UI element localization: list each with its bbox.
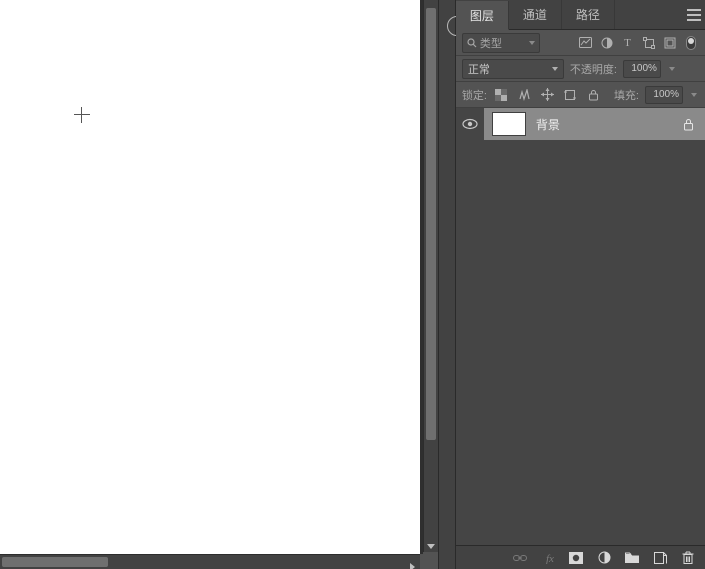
collapsed-panel-strip: i bbox=[438, 0, 456, 569]
vertical-scrollbar[interactable] bbox=[423, 0, 438, 552]
eye-icon bbox=[462, 118, 478, 130]
layer-row[interactable]: 背景 bbox=[456, 108, 705, 140]
right-panel-area: i 图层 通道 路径 类型 T 正常 bbox=[438, 0, 705, 569]
delete-layer-icon[interactable] bbox=[679, 549, 697, 566]
lock-transparent-pixels-icon[interactable] bbox=[493, 86, 510, 103]
opacity-label: 不透明度: bbox=[570, 61, 617, 77]
chevron-down-icon bbox=[529, 41, 535, 45]
fill-input[interactable]: 100% bbox=[645, 86, 683, 104]
layer-lock-icon[interactable] bbox=[679, 115, 697, 133]
vertical-scrollbar-down-arrow[interactable] bbox=[427, 542, 435, 550]
fill-dropdown-arrow[interactable] bbox=[689, 86, 699, 104]
blend-mode-select[interactable]: 正常 bbox=[462, 59, 564, 79]
new-layer-icon[interactable] bbox=[651, 549, 669, 566]
panel-tabs: 图层 通道 路径 bbox=[456, 0, 705, 30]
filter-pixel-icon[interactable] bbox=[577, 34, 594, 51]
tab-paths[interactable]: 路径 bbox=[562, 0, 615, 29]
chevron-down-icon bbox=[552, 67, 558, 71]
tab-layers[interactable]: 图层 bbox=[456, 1, 509, 30]
lock-artboard-icon[interactable] bbox=[562, 86, 579, 103]
link-layers-icon[interactable] bbox=[511, 549, 529, 566]
lock-position-icon[interactable] bbox=[539, 86, 556, 103]
filter-shape-icon[interactable] bbox=[640, 34, 657, 51]
adjustment-layer-icon[interactable] bbox=[595, 549, 613, 566]
document-canvas[interactable] bbox=[0, 0, 420, 554]
filter-adjustment-icon[interactable] bbox=[598, 34, 615, 51]
layers-panel-footer: fx bbox=[456, 545, 705, 569]
vertical-scrollbar-thumb[interactable] bbox=[426, 8, 436, 440]
svg-text:fx: fx bbox=[546, 553, 554, 564]
tab-channels[interactable]: 通道 bbox=[509, 0, 562, 29]
filter-type-label: 类型 bbox=[480, 35, 502, 51]
lock-fill-row: 锁定: 填充: 100% bbox=[456, 82, 705, 108]
horizontal-scrollbar-right-arrow[interactable] bbox=[408, 558, 416, 566]
horizontal-scrollbar[interactable] bbox=[0, 554, 420, 569]
canvas-area-container bbox=[0, 0, 438, 569]
add-mask-icon[interactable] bbox=[567, 549, 585, 566]
opacity-dropdown-arrow[interactable] bbox=[667, 60, 677, 78]
fill-label: 填充: bbox=[614, 87, 639, 103]
filter-smart-object-icon[interactable] bbox=[661, 34, 678, 51]
panel-menu-icon[interactable] bbox=[687, 9, 701, 21]
layer-list: 背景 bbox=[456, 108, 705, 545]
layer-thumbnail[interactable] bbox=[492, 112, 526, 136]
new-group-icon[interactable] bbox=[623, 549, 641, 566]
layer-body[interactable]: 背景 bbox=[484, 108, 705, 140]
lock-image-pixels-icon[interactable] bbox=[516, 86, 533, 103]
opacity-input[interactable]: 100% bbox=[623, 60, 661, 78]
horizontal-scrollbar-thumb[interactable] bbox=[2, 557, 108, 567]
blend-mode-value: 正常 bbox=[468, 61, 490, 77]
svg-text:T: T bbox=[624, 37, 631, 48]
filter-toggle-switch[interactable] bbox=[682, 34, 699, 51]
layer-name[interactable]: 背景 bbox=[536, 116, 669, 133]
filter-type-select[interactable]: 类型 bbox=[462, 33, 540, 53]
visibility-toggle[interactable] bbox=[456, 108, 484, 140]
lock-all-icon[interactable] bbox=[585, 86, 602, 103]
layer-effects-icon[interactable]: fx bbox=[539, 549, 557, 566]
layer-filter-row: 类型 T bbox=[456, 30, 705, 56]
layers-panel: 图层 通道 路径 类型 T 正常 不透明度: bbox=[456, 0, 705, 569]
filter-type-text-icon[interactable]: T bbox=[619, 34, 636, 51]
blend-opacity-row: 正常 不透明度: 100% bbox=[456, 56, 705, 82]
lock-label: 锁定: bbox=[462, 87, 487, 103]
